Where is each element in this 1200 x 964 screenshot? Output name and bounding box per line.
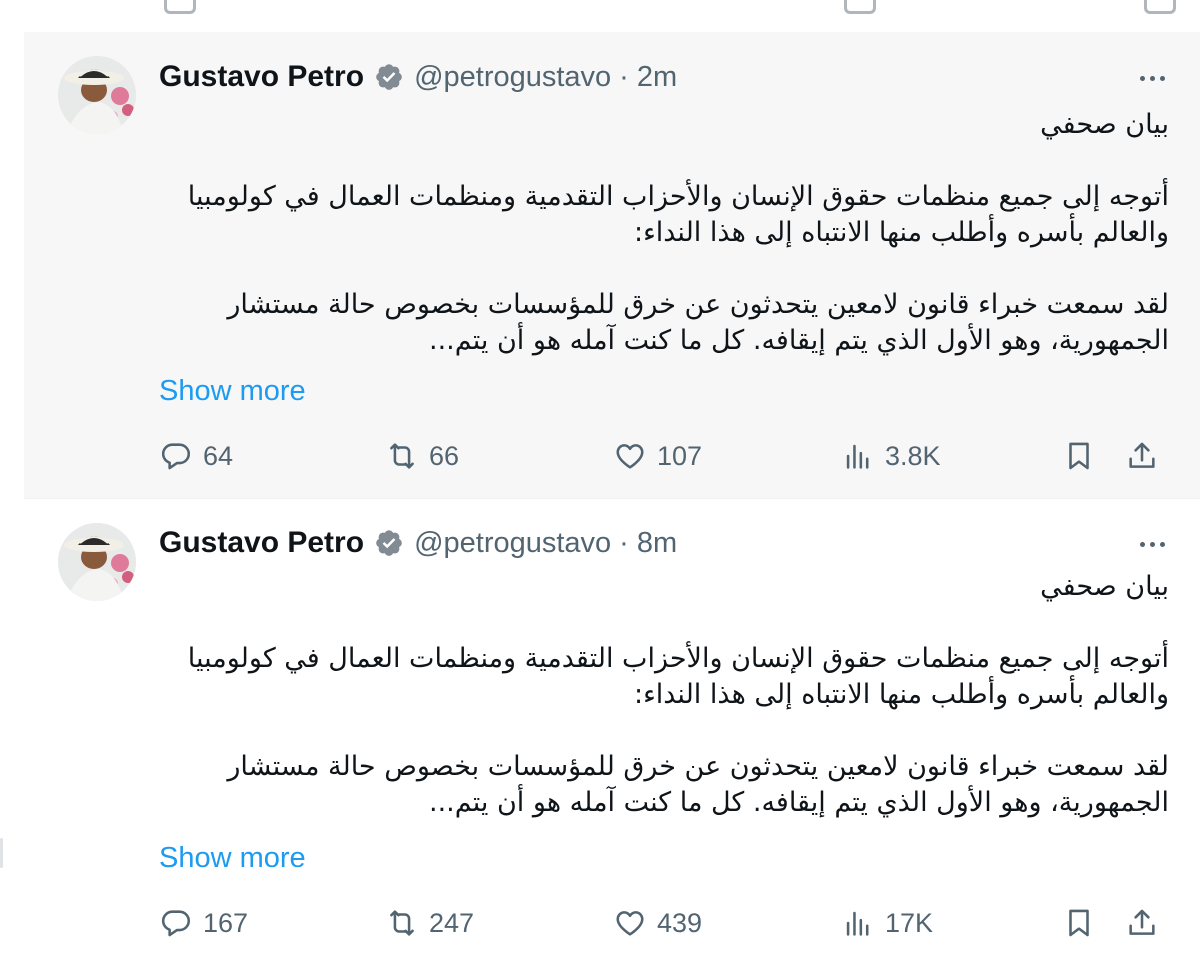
tweet-card[interactable]: Gustavo Petro @petrogustavo · 8m بيان صح… bbox=[24, 499, 1200, 964]
tweet-paragraph: أتوجه إلى جميع منظمات حقوق الإنسان والأح… bbox=[187, 181, 1169, 248]
heart-icon bbox=[616, 444, 644, 469]
bookmark-icon bbox=[1069, 909, 1089, 937]
share-button[interactable] bbox=[1125, 903, 1159, 943]
tweet-title: بيان صحفي bbox=[1040, 571, 1169, 602]
timeline: Gustavo Petro @petrogustavo · 2m بيان صح… bbox=[24, 0, 1200, 964]
repost-count: 66 bbox=[429, 440, 460, 471]
bookmark-button[interactable] bbox=[1062, 436, 1096, 476]
repost-button[interactable]: 247 bbox=[385, 903, 474, 943]
bookmark-icon bbox=[1069, 442, 1089, 470]
views-count: 17K bbox=[885, 907, 934, 938]
heart-icon bbox=[616, 911, 644, 936]
share-icon bbox=[1129, 909, 1155, 935]
tweet-actions: 167 247 439 17K bbox=[159, 903, 1169, 943]
show-more-link[interactable]: Show more bbox=[159, 375, 306, 408]
header-separator: · bbox=[619, 60, 629, 93]
reply-icon bbox=[161, 910, 191, 937]
author-handle[interactable]: @petrogustavo bbox=[414, 61, 611, 94]
reply-button[interactable]: 167 bbox=[159, 903, 248, 943]
views-icon bbox=[846, 911, 869, 936]
tweet-paragraph: أتوجه إلى جميع منظمات حقوق الإنسان والأح… bbox=[187, 643, 1169, 710]
more-options-icon[interactable] bbox=[1132, 63, 1172, 93]
tweet-timestamp[interactable]: 2m bbox=[637, 61, 677, 94]
like-button[interactable]: 107 bbox=[613, 436, 702, 476]
verified-badge-icon bbox=[376, 530, 402, 556]
share-icon[interactable] bbox=[1144, 0, 1176, 14]
scroll-edge-marker bbox=[0, 838, 3, 868]
tweet-card[interactable]: Gustavo Petro @petrogustavo · 2m بيان صح… bbox=[24, 32, 1200, 499]
repost-icon bbox=[390, 443, 414, 469]
tweet-actions: 64 66 107 3.8K bbox=[159, 436, 1169, 476]
reply-icon[interactable] bbox=[164, 0, 196, 14]
repost-button[interactable]: 66 bbox=[385, 436, 459, 476]
reply-button[interactable]: 64 bbox=[159, 436, 233, 476]
header-separator: · bbox=[619, 526, 629, 559]
tweet-text: بيان صحفي أتوجه إلى جميع منظمات حقوق الإ… bbox=[159, 569, 1169, 821]
tweet-header: Gustavo Petro @petrogustavo · 8m bbox=[159, 523, 677, 563]
tweet-paragraph: لقد سمعت خبراء قانون لامعين يتحدثون عن خ… bbox=[227, 289, 1169, 356]
reply-count: 64 bbox=[203, 440, 234, 471]
author-handle[interactable]: @petrogustavo bbox=[414, 527, 611, 560]
reply-icon bbox=[161, 443, 191, 470]
reply-count: 167 bbox=[203, 907, 249, 938]
tweet-timestamp[interactable]: 8m bbox=[637, 527, 677, 560]
tweet-header: Gustavo Petro @petrogustavo · 2m bbox=[159, 57, 677, 97]
views-icon[interactable] bbox=[844, 0, 876, 14]
author-name[interactable]: Gustavo Petro bbox=[159, 60, 364, 94]
repost-icon bbox=[390, 910, 414, 936]
views-icon bbox=[846, 444, 869, 469]
more-options-icon[interactable] bbox=[1132, 529, 1172, 559]
author-name[interactable]: Gustavo Petro bbox=[159, 526, 364, 560]
like-count: 439 bbox=[657, 907, 703, 938]
avatar[interactable] bbox=[58, 56, 136, 134]
views-count: 3.8K bbox=[885, 440, 941, 471]
share-icon bbox=[1129, 442, 1155, 468]
avatar[interactable] bbox=[58, 523, 136, 601]
like-button[interactable]: 439 bbox=[613, 903, 702, 943]
show-more-link[interactable]: Show more bbox=[159, 842, 306, 875]
tweet-text: بيان صحفي أتوجه إلى جميع منظمات حقوق الإ… bbox=[159, 107, 1169, 359]
share-button[interactable] bbox=[1125, 436, 1159, 476]
like-count: 107 bbox=[657, 440, 703, 471]
previous-tweet-actions bbox=[24, 0, 1200, 33]
verified-badge-icon bbox=[376, 64, 402, 90]
tweet-paragraph: لقد سمعت خبراء قانون لامعين يتحدثون عن خ… bbox=[227, 751, 1169, 818]
views-button[interactable]: 17K bbox=[841, 903, 933, 943]
tweet-title: بيان صحفي bbox=[1040, 109, 1169, 140]
repost-count: 247 bbox=[429, 907, 475, 938]
bookmark-button[interactable] bbox=[1062, 903, 1096, 943]
views-button[interactable]: 3.8K bbox=[841, 436, 941, 476]
